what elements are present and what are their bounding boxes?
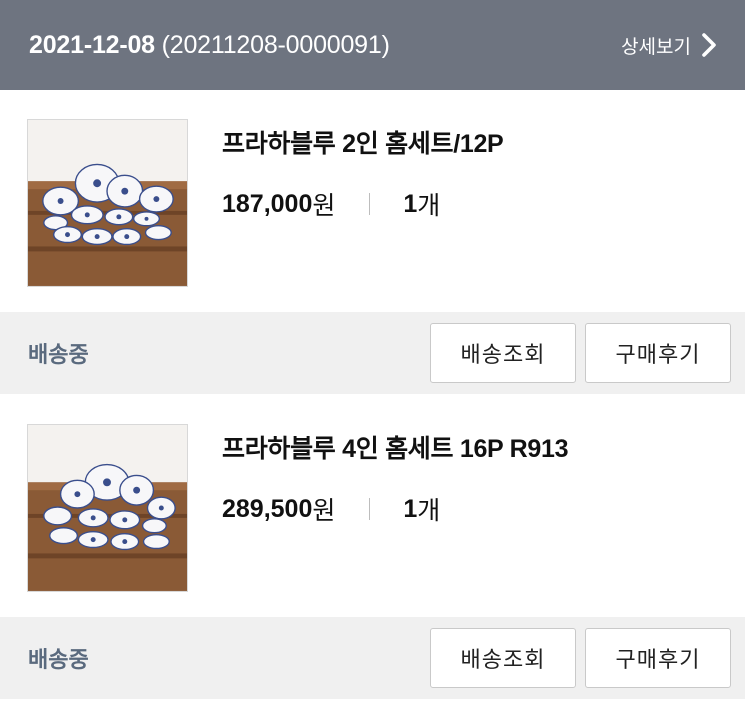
product-name[interactable]: 프라하블루 4인 홈세트 16P R913: [222, 429, 568, 465]
shipping-status: 배송중: [28, 342, 89, 367]
product-quantity: 1: [403, 189, 418, 218]
quantity-unit: 개: [417, 497, 441, 525]
order-header: 2021-12-08 (20211208-0000091) 상세보기: [0, 0, 745, 90]
chevron-right-icon: [701, 33, 717, 57]
order-number: (20211208-0000091): [161, 30, 390, 59]
product-meta: 289,500 원 1 개: [222, 491, 440, 527]
product-name[interactable]: 프라하블루 2인 홈세트/12P: [222, 124, 504, 160]
detail-label: 상세보기: [621, 36, 691, 58]
write-review-button[interactable]: 구매후기: [585, 323, 731, 383]
status-bar: 배송중 배송조회 구매후기: [0, 312, 745, 394]
track-shipment-button[interactable]: 배송조회: [430, 323, 576, 383]
price-unit: 원: [312, 497, 336, 525]
dinnerware-photo: [28, 120, 187, 286]
status-bar: 배송중 배송조회 구매후기: [0, 617, 745, 699]
divider: [369, 498, 371, 520]
product-price: 289,500: [222, 494, 313, 523]
order-item[interactable]: 프라하블루 2인 홈세트/12P 187,000 원 1 개: [0, 90, 745, 305]
write-review-button[interactable]: 구매후기: [585, 628, 731, 688]
order-detail-link[interactable]: 상세보기: [621, 32, 717, 59]
order-date: 2021-12-08: [29, 30, 155, 59]
product-price: 187,000: [222, 189, 313, 218]
action-buttons: 배송조회 구매후기: [430, 323, 731, 383]
quantity-unit: 개: [417, 192, 441, 220]
track-shipment-button[interactable]: 배송조회: [430, 628, 576, 688]
order-item[interactable]: 프라하블루 4인 홈세트 16P R913 289,500 원 1 개: [0, 395, 745, 610]
product-meta: 187,000 원 1 개: [222, 186, 440, 222]
action-buttons: 배송조회 구매후기: [430, 628, 731, 688]
shipping-status: 배송중: [28, 647, 89, 672]
price-unit: 원: [312, 192, 336, 220]
product-thumbnail[interactable]: [27, 424, 188, 592]
product-thumbnail[interactable]: [27, 119, 188, 287]
order-title: 2021-12-08 (20211208-0000091): [29, 31, 390, 60]
divider: [369, 193, 371, 215]
dinnerware-photo: [28, 425, 187, 591]
product-quantity: 1: [403, 494, 418, 523]
